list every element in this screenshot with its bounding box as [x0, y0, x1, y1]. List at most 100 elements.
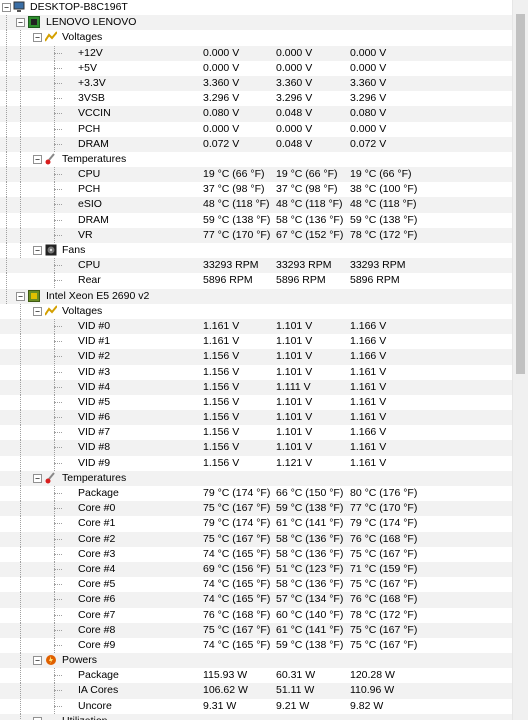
tree-line	[20, 653, 21, 669]
tree-line	[54, 568, 62, 570]
value-min: 1.101 V	[276, 319, 313, 332]
tree-line	[54, 174, 62, 176]
value-current: 76 °C (168 °F)	[203, 608, 271, 621]
sensor-row[interactable]: Core #4 69 °C (156 °F) 51 °C (123 °F) 71 °C…	[0, 561, 512, 578]
value-max: 80 °C (176 °F)	[350, 487, 418, 499]
sensor-row[interactable]: VID #1 1.161 V 1.101 V 1.166 V	[0, 334, 512, 350]
sensor-row[interactable]: +5V 0.000 V 0.000 V 0.000 V	[0, 60, 512, 76]
node-label: Intel Xeon E5 2690 v2	[46, 289, 150, 302]
tree-line	[20, 136, 21, 152]
collapse-toggle[interactable]: −	[33, 473, 42, 483]
sensor-row[interactable]: Package 79 °C (174 °F) 66 °C (150 °F) 80 °C…	[0, 486, 512, 501]
collapse-toggle[interactable]: −	[33, 154, 42, 164]
value-max: 59 °C (138 °F)	[350, 213, 418, 226]
collapse-toggle[interactable]: −	[16, 291, 25, 301]
collapse-toggle[interactable]: −	[33, 656, 42, 666]
tree-line	[54, 629, 62, 631]
value-min: 5896 RPM	[276, 274, 326, 287]
sensor-row[interactable]: Core #2 75 °C (167 °F) 58 °C (136 °F) 76 °C…	[0, 531, 512, 547]
value-min: 1.111 V	[276, 380, 311, 393]
sensor-row[interactable]: VID #9 1.156 V 1.121 V 1.161 V	[0, 455, 512, 471]
node-label: Uncore	[78, 699, 112, 712]
tree-line	[54, 128, 62, 130]
sensor-row[interactable]: IA Cores 106.62 W 51.11 W 110.96 W	[0, 683, 512, 699]
sensor-row[interactable]: DRAM 0.072 V 0.048 V 0.072 V	[0, 136, 512, 152]
value-current: 48 °C (118 °F)	[203, 198, 270, 211]
value-min: 1.101 V	[276, 350, 313, 363]
sensor-row[interactable]: VID #8 1.156 V 1.101 V 1.161 V	[0, 440, 512, 456]
sensor-row[interactable]: +12V 0.000 V 0.000 V 0.000 V	[0, 45, 512, 61]
tree-node-cpu[interactable]: − Intel Xeon E5 2690 v2	[0, 288, 512, 304]
group-temperatures[interactable]: − Temperatures	[0, 151, 512, 167]
value-current: 75 °C (167 °F)	[203, 502, 271, 515]
sensor-row[interactable]: VID #0 1.161 V 1.101 V 1.166 V	[0, 318, 512, 335]
vertical-scrollbar[interactable]	[512, 0, 528, 720]
node-label: Temperatures	[62, 152, 127, 165]
sensor-row[interactable]: Core #3 74 °C (165 °F) 58 °C (136 °F) 75 °C…	[0, 546, 512, 562]
sensor-row[interactable]: VR 77 °C (170 °F) 67 °C (152 °F) 78 °C (172…	[0, 227, 512, 243]
tree-line	[20, 410, 21, 426]
collapse-toggle[interactable]: −	[2, 3, 11, 12]
sensor-row[interactable]: Package 115.93 W 60.31 W 120.28 W	[0, 668, 512, 684]
tree-line	[20, 683, 21, 699]
tree-line	[20, 531, 21, 547]
sensor-row[interactable]: PCH 0.000 V 0.000 V 0.000 V	[0, 121, 512, 137]
collapse-toggle[interactable]: −	[16, 18, 25, 28]
collapse-toggle[interactable]: −	[33, 306, 42, 316]
value-max: 38 °C (100 °F)	[350, 183, 418, 196]
node-label: Core #6	[78, 593, 116, 606]
tree-line	[54, 219, 62, 221]
group-fans[interactable]: − Fans	[0, 243, 512, 258]
tree-node-mainboard[interactable]: − LENOVO LENOVO	[0, 15, 512, 31]
node-label: VID #2	[78, 350, 111, 363]
tree-line	[20, 182, 21, 198]
tree-line	[20, 607, 21, 623]
group-utilization[interactable]: −Utilization	[0, 713, 512, 720]
tree-line	[6, 197, 7, 213]
sensor-row[interactable]: Core #7 76 °C (168 °F) 60 °C (140 °F) 78 °C…	[0, 607, 512, 623]
sensor-row[interactable]: Core #1 79 °C (174 °F) 61 °C (141 °F) 79 °C…	[0, 516, 512, 532]
sensor-row[interactable]: VID #6 1.156 V 1.101 V 1.161 V	[0, 410, 512, 426]
tree-line	[54, 234, 62, 236]
sensor-row[interactable]: Rear 5896 RPM 5896 RPM 5896 RPM	[0, 273, 512, 289]
sensor-row[interactable]: 3VSB 3.296 V 3.296 V 3.296 V	[0, 91, 512, 107]
sensor-row[interactable]: +3.3V 3.360 V 3.360 V 3.360 V	[0, 75, 512, 92]
sensor-row[interactable]: eSIO 48 °C (118 °F) 48 °C (118 °F) 48 °C (1…	[0, 197, 512, 213]
value-max: 1.161 V	[350, 380, 387, 393]
value-min: 59 °C (138 °F)	[276, 502, 344, 515]
tree-line	[54, 356, 62, 358]
value-current: 3.360 V	[203, 76, 240, 89]
scrollbar-thumb[interactable]	[516, 14, 525, 374]
tree-line	[6, 45, 7, 61]
sensor-row[interactable]: Core #0 75 °C (167 °F) 59 °C (138 °F) 77 °C…	[0, 501, 512, 517]
group-voltages[interactable]: − Voltages	[0, 303, 512, 319]
collapse-toggle[interactable]: −	[33, 33, 42, 43]
sensor-row[interactable]: CPU 33293 RPM 33293 RPM 33293 RPM	[0, 258, 512, 274]
tree-line	[20, 637, 21, 653]
group-temperatures[interactable]: − Temperatures	[0, 470, 512, 486]
sensor-row[interactable]: DRAM 59 °C (138 °F) 58 °C (136 °F) 59 °C (1…	[0, 212, 512, 228]
group-powers[interactable]: − Powers	[0, 653, 512, 669]
sensor-row[interactable]: Core #6 74 °C (165 °F) 57 °C (134 °F) 76 °C…	[0, 592, 512, 608]
tree-line	[20, 60, 21, 76]
sensor-row[interactable]: Core #9 74 °C (165 °F) 59 °C (138 °F) 75 °C…	[0, 637, 512, 653]
tree-line	[54, 386, 62, 388]
group-voltages[interactable]: − Voltages	[0, 30, 512, 46]
sensor-row[interactable]: CPU 19 °C (66 °F) 19 °C (66 °F) 19 °C (66 °…	[0, 167, 512, 183]
tree-line	[20, 30, 21, 46]
sensor-row[interactable]: VID #3 1.156 V 1.101 V 1.161 V	[0, 364, 512, 380]
sensor-row[interactable]: PCH 37 °C (98 °F) 37 °C (98 °F) 38 °C (100 …	[0, 182, 512, 198]
sensor-row[interactable]: Uncore 9.31 W 9.21 W 9.82 W	[0, 698, 512, 714]
collapse-toggle[interactable]: −	[33, 246, 42, 255]
value-current: 9.31 W	[203, 699, 237, 712]
sensor-row[interactable]: VID #4 1.156 V 1.111 V 1.161 V	[0, 379, 512, 395]
node-label: VID #6	[78, 411, 111, 424]
sensor-row[interactable]: VID #2 1.156 V 1.101 V 1.166 V	[0, 349, 512, 365]
sensor-row[interactable]: VID #7 1.156 V 1.101 V 1.166 V	[0, 425, 512, 441]
tree-line	[20, 501, 21, 517]
sensor-row[interactable]: VCCIN 0.080 V 0.048 V 0.080 V	[0, 106, 512, 122]
sensor-row[interactable]: Core #8 75 °C (167 °F) 61 °C (141 °F) 75 °C…	[0, 622, 512, 638]
tree-node-computer[interactable]: − DESKTOP-B8C196T	[0, 0, 512, 15]
sensor-row[interactable]: VID #5 1.156 V 1.101 V 1.161 V	[0, 394, 512, 410]
sensor-row[interactable]: Core #5 74 °C (165 °F) 58 °C (136 °F) 75 °C…	[0, 577, 512, 593]
